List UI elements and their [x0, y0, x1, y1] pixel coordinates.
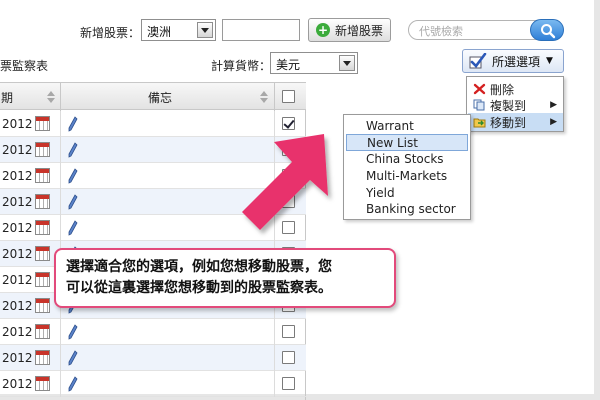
pen-icon[interactable]: [68, 324, 78, 340]
row-date: 2012: [2, 195, 33, 209]
row-date: 2012: [2, 143, 33, 157]
row-checkbox[interactable]: [282, 351, 295, 364]
menu-item-label: 複製到: [490, 98, 527, 113]
callout-line-2: 可以從這裏選擇您想移動到的股票監察表。: [66, 280, 332, 296]
watchlist-title: 票監察表: [0, 59, 49, 73]
submenu-arrow-icon: ▶: [550, 100, 557, 110]
table-row[interactable]: 2012: [0, 371, 306, 397]
pen-icon[interactable]: [68, 350, 78, 366]
dropdown-arrow-icon: [339, 55, 355, 71]
row-checkbox[interactable]: [282, 377, 295, 390]
row-date: 2012: [2, 169, 33, 183]
calendar-icon[interactable]: [35, 298, 50, 313]
add-stock-label: 新增股票：: [80, 26, 141, 40]
selected-options-button[interactable]: 所選選項 ▼: [462, 49, 564, 73]
move-folder-icon: [473, 118, 486, 128]
pen-icon[interactable]: [68, 194, 78, 210]
calendar-icon[interactable]: [35, 246, 50, 261]
calendar-icon[interactable]: [35, 142, 50, 157]
currency-select[interactable]: 美元: [270, 52, 358, 74]
region-select[interactable]: 澳洲: [141, 19, 216, 41]
calendar-icon[interactable]: [35, 324, 50, 339]
calendar-icon[interactable]: [35, 350, 50, 365]
row-date: 2012: [2, 247, 33, 261]
header-memo: 備忘: [148, 91, 173, 105]
checkmark-icon: [469, 53, 487, 69]
add-stock-button[interactable]: + 新增股票: [308, 18, 392, 42]
row-date: 2012: [2, 117, 33, 131]
table-header: 期 備忘: [0, 82, 306, 111]
table-row[interactable]: 2012: [0, 319, 306, 345]
calendar-icon[interactable]: [35, 272, 50, 287]
delete-x-icon: [473, 83, 486, 95]
row-date: 2012: [2, 221, 33, 235]
submenu-item-multi-markets[interactable]: Multi-Markets: [346, 168, 468, 185]
region-select-value: 澳洲: [147, 25, 172, 39]
caret-down-icon: ▼: [546, 56, 553, 66]
move-to-submenu: Warrant New List China Stocks Multi-Mark…: [343, 114, 471, 220]
submenu-item-china-stocks[interactable]: China Stocks: [346, 151, 468, 168]
search-icon: [541, 24, 556, 39]
row-checkbox[interactable]: [282, 325, 295, 338]
pen-icon[interactable]: [68, 220, 78, 236]
menu-item-copy-to[interactable]: 複製到 ▶: [468, 96, 563, 114]
submenu-item-banking-sector[interactable]: Banking sector: [346, 201, 468, 218]
submenu-item-yield[interactable]: Yield: [346, 185, 468, 202]
menu-item-move-to[interactable]: 移動到 ▶: [468, 113, 563, 131]
search-placeholder: 代號檢索: [419, 25, 463, 38]
row-date: 2012: [2, 299, 33, 313]
calendar-icon[interactable]: [35, 168, 50, 183]
select-all-checkbox[interactable]: [282, 90, 295, 103]
tutorial-callout: 選擇適合您的選項，例如您想移動股票，您 可以從這裏選擇您想移動到的股票監察表。: [54, 248, 396, 308]
row-date: 2012: [2, 377, 33, 391]
pen-icon[interactable]: [68, 116, 78, 132]
selected-options-label: 所選選項: [492, 54, 541, 69]
options-menu: 刪除 複製到 ▶ 移動到 ▶: [466, 76, 564, 132]
copy-icon: [473, 99, 485, 111]
sort-icon[interactable]: [46, 91, 56, 105]
pen-icon[interactable]: [68, 168, 78, 184]
dropdown-arrow-icon: [197, 22, 213, 38]
currency-select-value: 美元: [276, 58, 301, 72]
submenu-item-warrant[interactable]: Warrant: [346, 118, 468, 135]
plus-icon: +: [316, 23, 330, 37]
calendar-icon[interactable]: [35, 220, 50, 235]
menu-item-label: 移動到: [490, 115, 527, 130]
header-date: 期: [1, 91, 14, 105]
calendar-icon[interactable]: [35, 376, 50, 391]
row-date: 2012: [2, 351, 33, 365]
currency-label: 計算貨幣：: [211, 59, 272, 73]
stock-code-input[interactable]: [222, 19, 300, 41]
menu-item-label: 刪除: [490, 82, 515, 97]
pointer-arrow-icon: [242, 134, 328, 230]
submenu-arrow-icon: ▶: [550, 117, 557, 127]
callout-line-1: 選擇適合您的選項，例如您想移動股票，您: [66, 259, 332, 275]
row-date: 2012: [2, 325, 33, 339]
pen-icon[interactable]: [68, 142, 78, 158]
add-stock-button-label: 新增股票: [335, 23, 384, 38]
sort-icon[interactable]: [259, 91, 269, 105]
search-button[interactable]: [530, 19, 564, 41]
calendar-icon[interactable]: [35, 116, 50, 131]
calendar-icon[interactable]: [35, 194, 50, 209]
submenu-item-new-list[interactable]: New List: [346, 134, 468, 151]
row-date: 2012: [2, 273, 33, 287]
pen-icon[interactable]: [68, 376, 78, 392]
table-row[interactable]: 2012: [0, 345, 306, 371]
